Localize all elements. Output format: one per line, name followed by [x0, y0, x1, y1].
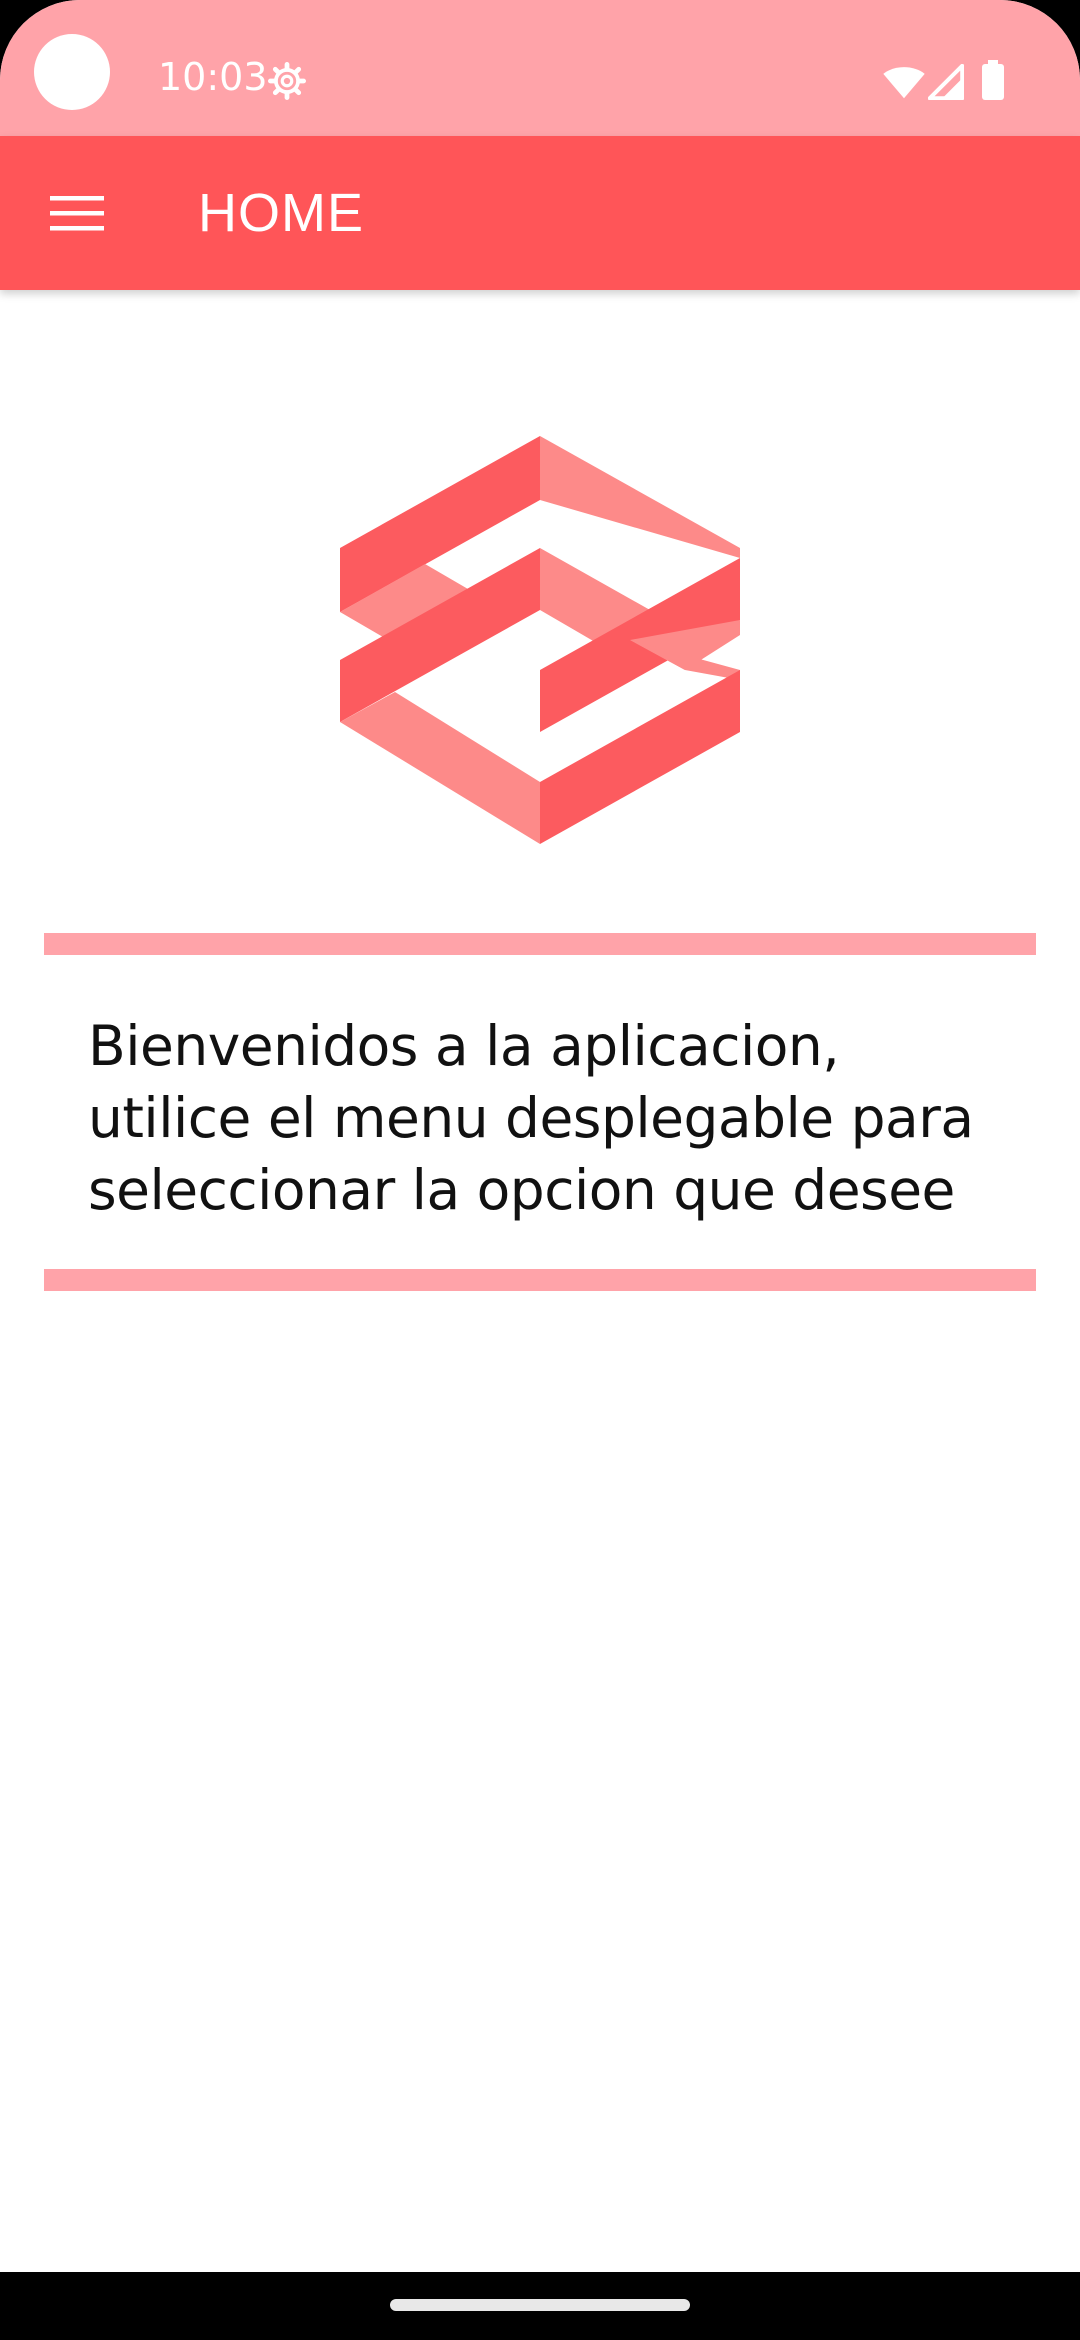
- wifi-icon: [883, 67, 925, 99]
- app-screen: 10:03 HOME Bienvenidos a la aplicacion, …: [0, 0, 1080, 2340]
- battery-icon: [982, 60, 1004, 100]
- home-indicator[interactable]: [390, 2299, 690, 2311]
- status-bar: 10:03: [0, 0, 1080, 136]
- menu-button[interactable]: [36, 178, 118, 248]
- divider-bottom: [44, 1269, 1036, 1291]
- divider-top: [44, 933, 1036, 955]
- cell-signal-icon: [928, 64, 964, 100]
- status-time: 10:03: [158, 55, 268, 99]
- hamburger-menu-icon: [50, 196, 104, 231]
- camera-cutout: [34, 34, 110, 110]
- page-title: HOME: [198, 183, 364, 243]
- app-bar: HOME: [0, 136, 1080, 290]
- settings-icon: [268, 62, 306, 100]
- welcome-message: Bienvenidos a la aplicacion, utilice el …: [88, 1014, 974, 1222]
- hexagon-logo: [340, 436, 740, 844]
